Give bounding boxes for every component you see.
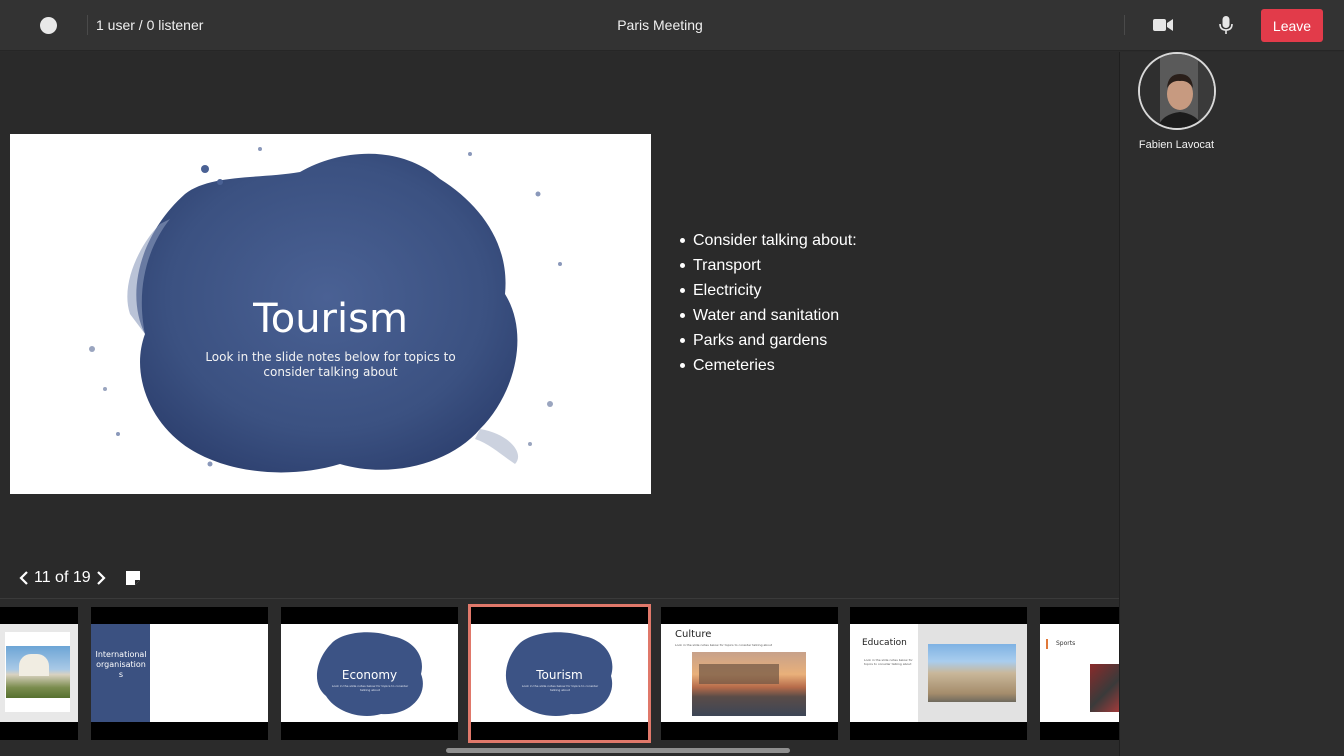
thumbnail-subtitle: Look in the slide notes below for topics…	[675, 643, 773, 647]
camera-icon[interactable]	[1150, 14, 1176, 36]
thumbnail-title: Sports	[1056, 640, 1076, 647]
thumbnail-title: Culture	[675, 629, 712, 640]
slide-notes: Consider talking about: Transport Electr…	[680, 228, 857, 378]
slide-subtitle: Look in the slide notes below for topics…	[205, 350, 456, 379]
slide-thumbnail[interactable]: Education Look in the slide notes below …	[850, 607, 1027, 740]
notes-item: Water and sanitation	[680, 303, 857, 328]
top-bar: 1 user / 0 listener Paris Meeting Leave	[0, 0, 1344, 51]
slide-thumbnail[interactable]: Economy Look in the slide notes below fo…	[281, 607, 458, 740]
previous-slide-chevron-icon[interactable]	[16, 568, 32, 588]
notes-item: Cemeteries	[680, 353, 857, 378]
slide-title: Tourism	[253, 296, 408, 342]
notes-item: Parks and gardens	[680, 328, 857, 353]
slide-thumbnail[interactable]	[0, 607, 78, 740]
thumbnail-title: Tourism	[536, 668, 583, 682]
slide-thumbnail[interactable]: Culture Look in the slide notes below fo…	[661, 607, 838, 740]
next-slide-chevron-icon[interactable]	[93, 568, 109, 588]
participant-name: Fabien Lavocat	[1138, 139, 1215, 151]
notes-icon[interactable]	[125, 570, 141, 586]
thumbnail-subtitle: Look in the slide notes below for topics…	[864, 658, 913, 666]
thumbnail-title: International organisations	[95, 650, 147, 679]
current-slide: Tourism Look in the slide notes below fo…	[10, 134, 651, 494]
notes-item: Electricity	[680, 278, 857, 303]
slide-thumbnail[interactable]: International organisations	[91, 607, 268, 740]
leave-button[interactable]: Leave	[1261, 9, 1323, 42]
slide-filmstrip: International organisations Economy Look…	[0, 598, 1119, 756]
thumbnail-title: Economy	[341, 668, 398, 682]
notes-item: Transport	[680, 253, 857, 278]
filmstrip-scrollbar[interactable]	[446, 748, 790, 753]
slide-thumbnail[interactable]: Sports	[1040, 607, 1119, 740]
divider	[1124, 15, 1125, 35]
avatar[interactable]	[1138, 52, 1216, 130]
thumbnail-subtitle: Look in the slide notes below for topics…	[521, 684, 599, 692]
meeting-title: Paris Meeting	[617, 17, 703, 33]
page-indicator: 11 of 19	[34, 569, 91, 586]
slide-pager: 11 of 19	[16, 568, 109, 588]
microphone-icon[interactable]	[1214, 13, 1238, 37]
notes-item: Consider talking about:	[680, 228, 857, 253]
thumbnail-title: Education	[862, 638, 907, 648]
slide-thumbnail-active[interactable]: Tourism Look in the slide notes below fo…	[468, 604, 651, 743]
participants-panel: Fabien Lavocat	[1119, 52, 1344, 756]
presentation-area: Tourism Look in the slide notes below fo…	[0, 52, 1119, 598]
thumbnail-subtitle: Look in the slide notes below for topics…	[331, 684, 409, 692]
